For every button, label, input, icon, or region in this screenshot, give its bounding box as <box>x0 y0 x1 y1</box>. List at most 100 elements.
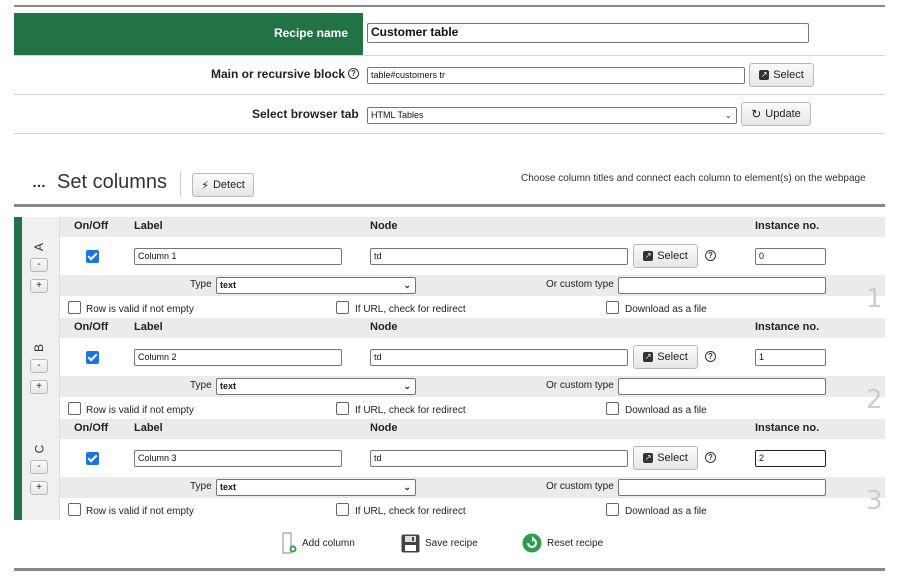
help-icon[interactable]: ? <box>348 68 359 79</box>
column-header-row: On/Off Label Node Instance no. <box>60 217 885 237</box>
type-select-value: text <box>220 381 237 391</box>
main-block-select-button[interactable]: ↗ Select <box>749 63 814 87</box>
remove-column-button[interactable]: - <box>30 460 48 474</box>
column-node-input[interactable]: td <box>370 450 628 467</box>
column-enabled-checkbox[interactable] <box>86 452 99 465</box>
column-label-input[interactable]: Column 2 <box>134 349 342 366</box>
valid-if-not-empty-checkbox[interactable] <box>68 503 81 516</box>
column-label-input[interactable]: Column 1 <box>134 248 342 265</box>
download-file-checkbox[interactable] <box>606 301 619 314</box>
refresh-icon: ↻ <box>751 107 762 121</box>
chevron-down-icon: ⌄ <box>403 280 411 290</box>
instance-input[interactable]: 0 <box>755 248 826 265</box>
floppy-disk-icon <box>401 534 420 552</box>
select-button-label: Select <box>657 250 688 262</box>
column-node-input[interactable]: td <box>370 248 628 265</box>
column-letter: A <box>32 242 47 252</box>
url-redirect-label: If URL, check for redirect <box>355 304 466 315</box>
type-select[interactable]: text ⌄ <box>216 378 416 395</box>
url-redirect-checkbox[interactable] <box>336 301 349 314</box>
add-column-action[interactable]: Add column <box>282 531 355 555</box>
remove-column-button[interactable]: - <box>30 258 48 272</box>
help-icon[interactable]: ? <box>705 351 716 362</box>
reset-recipe-label: Reset recipe <box>547 537 604 549</box>
select-element-icon: ↗ <box>759 70 770 80</box>
set-columns-title: Set columns <box>57 171 168 193</box>
custom-type-label: Or custom type <box>546 380 614 391</box>
chevron-down-icon: ⌄ <box>724 110 732 120</box>
type-select-value: text <box>220 482 237 492</box>
recipe-name-input[interactable]: Customer table <box>367 23 809 43</box>
valid-if-not-empty-label: Row is valid if not empty <box>86 506 194 517</box>
detect-button[interactable]: ⚡︎ Detect <box>192 173 254 197</box>
node-select-button[interactable]: ↗ Select <box>633 244 698 268</box>
download-file-label: Download as a file <box>625 405 707 416</box>
column-label-input[interactable]: Column 3 <box>134 450 342 467</box>
top-divider <box>14 5 885 7</box>
custom-type-label: Or custom type <box>546 279 614 290</box>
columns-menu-icon[interactable]: … <box>32 174 46 190</box>
column-accent-bar <box>14 318 22 419</box>
add-column-button[interactable]: + <box>30 279 48 293</box>
instance-input[interactable]: 1 <box>755 349 826 366</box>
valid-if-not-empty-checkbox[interactable] <box>68 402 81 415</box>
browser-tab-select[interactable]: HTML Tables ⌄ <box>367 107 737 124</box>
type-row: Type text ⌄ Or custom type <box>60 477 885 498</box>
custom-type-input[interactable] <box>618 479 826 496</box>
type-select-value: text <box>220 280 237 290</box>
column-accent-bar <box>14 419 22 520</box>
columns-top-divider <box>14 204 885 207</box>
type-select[interactable]: text ⌄ <box>216 479 416 496</box>
update-button[interactable]: ↻ Update <box>741 102 811 126</box>
save-recipe-action[interactable]: Save recipe <box>401 532 478 554</box>
update-button-label: Update <box>765 108 801 120</box>
reset-icon <box>522 533 542 553</box>
browser-tab-value: HTML Tables <box>371 110 424 120</box>
reset-recipe-action[interactable]: Reset recipe <box>522 532 603 554</box>
main-block-input[interactable]: table#customers tr <box>367 67 745 84</box>
remove-column-button[interactable]: - <box>30 359 48 373</box>
url-redirect-label: If URL, check for redirect <box>355 405 466 416</box>
bottom-divider <box>14 568 885 571</box>
column-enabled-checkbox[interactable] <box>86 351 99 364</box>
custom-type-input[interactable] <box>618 277 826 294</box>
valid-if-not-empty-label: Row is valid if not empty <box>86 304 194 315</box>
column-side-panel: A - + <box>22 217 60 318</box>
column-number: 3 <box>866 486 883 516</box>
divider <box>14 55 885 56</box>
type-row: Type text ⌄ Or custom type <box>60 376 885 397</box>
lightning-icon: ⚡︎ <box>201 179 209 192</box>
node-select-button[interactable]: ↗ Select <box>633 446 698 470</box>
column-block-c: C - + On/Off Label Node Instance no. Col… <box>14 419 885 520</box>
instance-header: Instance no. <box>755 321 820 333</box>
node-select-button[interactable]: ↗ Select <box>633 345 698 369</box>
help-icon[interactable]: ? <box>705 452 716 463</box>
column-node-input[interactable]: td <box>370 349 628 366</box>
download-file-checkbox[interactable] <box>606 402 619 415</box>
download-file-label: Download as a file <box>625 304 707 315</box>
instance-input[interactable]: 2 <box>755 450 826 467</box>
column-header-row: On/Off Label Node Instance no. <box>60 419 885 439</box>
url-redirect-checkbox[interactable] <box>336 503 349 516</box>
custom-type-input[interactable] <box>618 378 826 395</box>
column-enabled-checkbox[interactable] <box>86 250 99 263</box>
column-letter: B <box>32 343 47 353</box>
add-column-button[interactable]: + <box>30 481 48 495</box>
url-redirect-checkbox[interactable] <box>336 402 349 415</box>
add-column-button[interactable]: + <box>30 380 48 394</box>
download-file-label: Download as a file <box>625 506 707 517</box>
download-file-checkbox[interactable] <box>606 503 619 516</box>
help-icon[interactable]: ? <box>705 250 716 261</box>
type-row: Type text ⌄ Or custom type <box>60 275 885 296</box>
instance-header: Instance no. <box>755 422 820 434</box>
type-select[interactable]: text ⌄ <box>216 277 416 294</box>
label-header: Label <box>134 220 163 232</box>
recipe-name-label-cell: Recipe name <box>14 13 363 55</box>
detect-button-label: Detect <box>212 179 245 191</box>
select-element-icon: ↗ <box>643 352 654 362</box>
column-side-panel: B - + <box>22 318 60 419</box>
onoff-header: On/Off <box>74 422 109 434</box>
chevron-down-icon: ⌄ <box>403 381 411 391</box>
valid-if-not-empty-checkbox[interactable] <box>68 301 81 314</box>
url-redirect-label: If URL, check for redirect <box>355 506 466 517</box>
